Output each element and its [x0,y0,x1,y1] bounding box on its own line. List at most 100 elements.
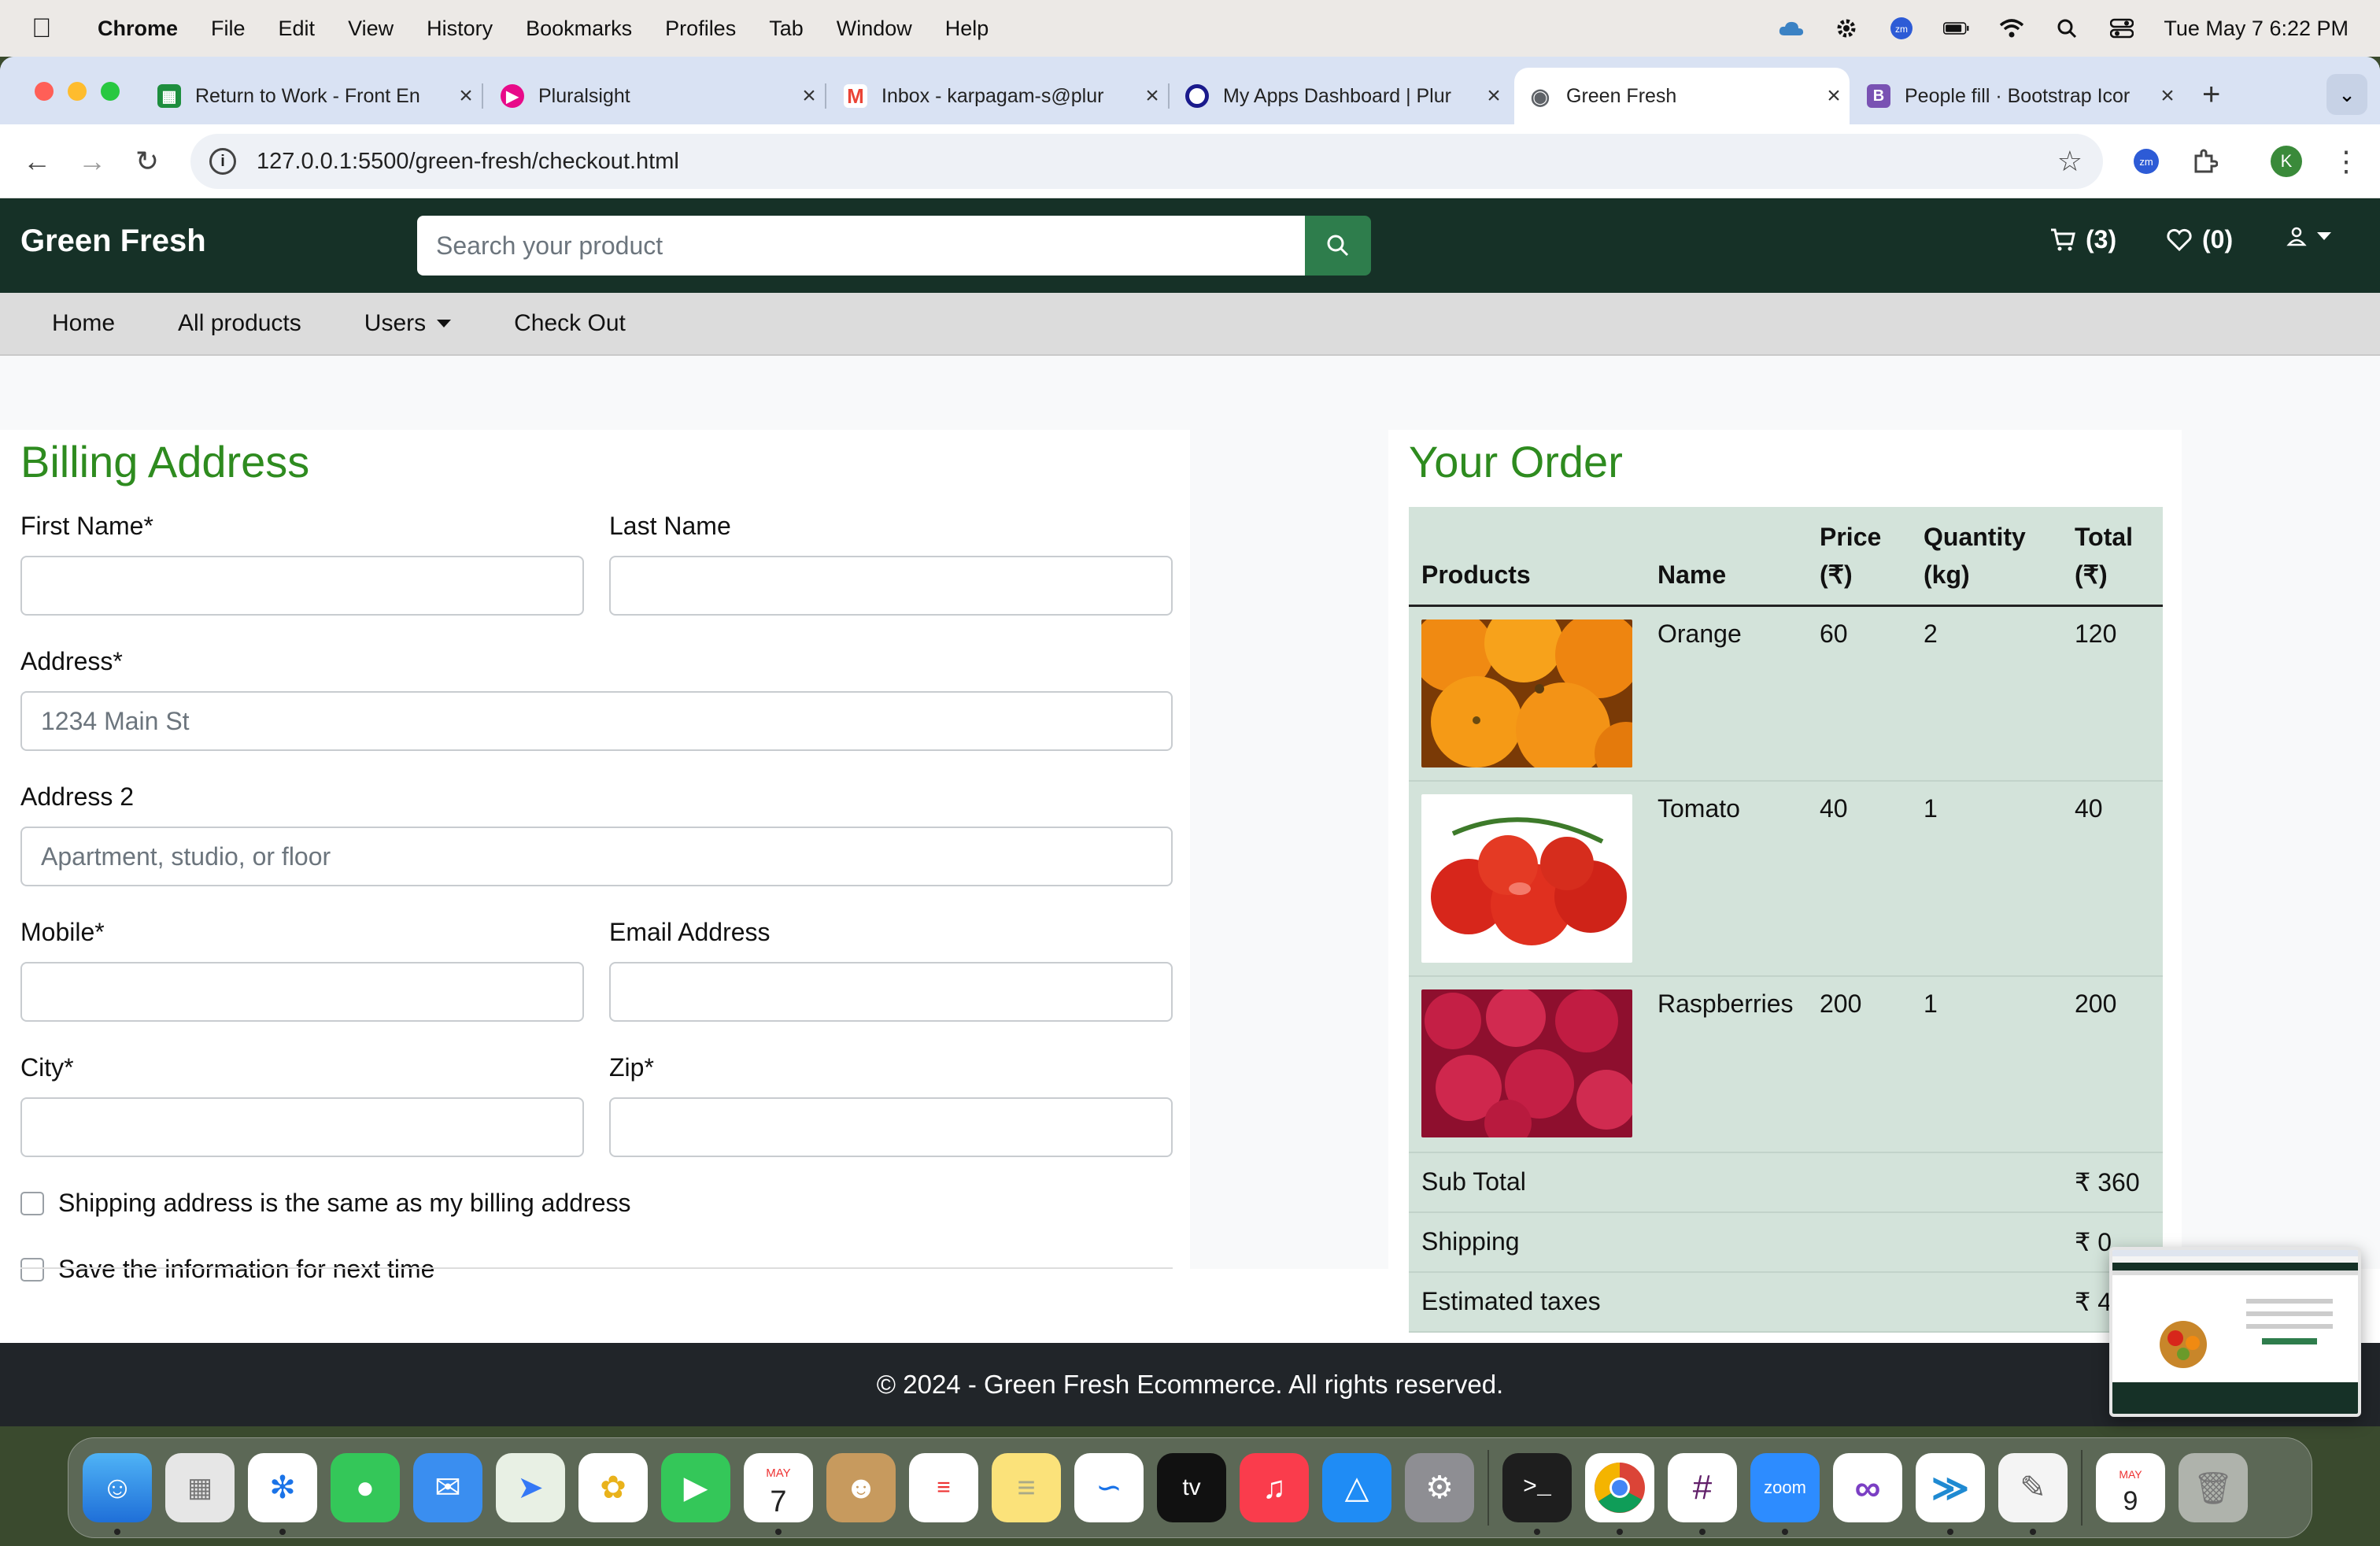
spotlight-search-icon[interactable] [2053,17,2080,40]
checkbox-box[interactable] [20,1257,44,1282]
textedit-icon[interactable]: ✎ [1998,1453,2068,1535]
mobile-field[interactable] [20,962,584,1022]
tab-gmail-inbox[interactable]: M Inbox - karpagam-s@plur × [830,68,1170,124]
close-tab-icon[interactable]: × [450,83,482,109]
close-tab-icon[interactable]: × [793,83,825,109]
chrome-icon[interactable] [1585,1453,1654,1535]
mail-icon[interactable]: ✉ [413,1453,482,1522]
tab-return-to-work[interactable]: ▦ Return to Work - Front En × [143,68,483,124]
calendar-file-icon[interactable]: MAY 9 [2096,1453,2165,1522]
vscode-icon[interactable]: ≫ [1916,1453,1985,1535]
email-field[interactable] [609,962,1173,1022]
screenshot-preview-thumbnail[interactable] [2109,1247,2361,1417]
product-image-cell [1409,605,1645,782]
zip-field[interactable] [609,1097,1173,1157]
forward-arrow-icon[interactable]: → [72,142,112,181]
facetime-icon[interactable]: ▶ [661,1453,730,1522]
tab-pluralsight[interactable]: ▶ Pluralsight × [486,68,826,124]
chrome-menu-kebab-icon[interactable]: ⋮ [2326,142,2366,181]
cart-button[interactable]: (3) [2049,225,2116,254]
photos-icon[interactable]: ✿ [578,1453,648,1522]
freeform-icon[interactable]: ∽ [1074,1453,1144,1522]
nav-home[interactable]: Home [52,310,115,337]
address-field[interactable] [20,691,1173,751]
close-tab-icon[interactable]: × [2152,83,2183,109]
bookmark-star-icon[interactable]: ☆ [2057,145,2082,178]
menubar-clock[interactable]: Tue May 7 6:22 PM [2164,17,2349,41]
menu-tab[interactable]: Tab [769,17,804,41]
new-tab-plus-icon[interactable]: + [2202,77,2220,113]
wishlist-button[interactable]: (0) [2166,225,2233,254]
nav-users-dropdown[interactable]: Users [364,310,452,337]
profile-avatar[interactable]: K [2267,142,2306,181]
finder-icon[interactable]: ☺ [83,1453,152,1535]
menu-help[interactable]: Help [945,17,989,41]
wifi-icon[interactable] [1998,17,2025,40]
contacts-icon[interactable]: ☻ [826,1453,896,1522]
control-center-icon[interactable] [2108,17,2135,40]
tab-bootstrap-icons[interactable]: B People fill · Bootstrap Icor × [1853,68,2183,124]
messages-icon[interactable]: ● [331,1453,400,1522]
menu-view[interactable]: View [348,17,394,41]
close-tab-icon[interactable]: × [1818,83,1850,109]
search-input[interactable] [417,216,1305,276]
search-button[interactable] [1305,216,1371,276]
macos-dock: ☺ ▦ ✻ ● ✉ ➤ ✿ ▶ MAY 7 ☻ ≡ ≡ ∽ tv ♫ △ ⚙ >… [68,1437,2312,1538]
order-table-header: Products Name Price (₹) Quantity (kg) To… [1409,507,2163,606]
user-menu-button[interactable] [2286,225,2331,247]
menu-window[interactable]: Window [837,17,912,41]
extensions-puzzle-icon[interactable] [2185,142,2224,181]
close-tab-icon[interactable]: × [1136,83,1168,109]
zoom-window-button[interactable] [101,82,120,101]
launchpad-icon[interactable]: ▦ [165,1453,235,1522]
tab-green-fresh[interactable]: ◉ Green Fresh × [1514,68,1850,124]
maps-icon[interactable]: ➤ [496,1453,565,1522]
visual-studio-icon[interactable]: ∞ [1833,1453,1902,1522]
onedrive-icon[interactable] [1778,17,1805,40]
nav-check-out[interactable]: Check Out [514,310,626,337]
tab-my-apps-dashboard[interactable]: My Apps Dashboard | Plur × [1171,68,1510,124]
city-field[interactable] [20,1097,584,1157]
zoom-app-icon[interactable]: zoom [1750,1453,1820,1535]
apple-menu-icon[interactable]:  [31,13,66,44]
apple-tv-icon[interactable]: tv [1157,1453,1226,1522]
zoom-status-icon[interactable]: zm [1888,17,1915,40]
settings-gear-status-icon[interactable] [1833,17,1860,40]
app-store-icon[interactable]: △ [1322,1453,1391,1522]
safari-icon[interactable]: ✻ [248,1453,317,1535]
menu-history[interactable]: History [427,17,493,41]
svg-text:zm: zm [1895,24,1908,35]
last-name-field[interactable] [609,556,1173,616]
running-indicator [114,1529,120,1535]
menu-file[interactable]: File [211,17,246,41]
address-bar[interactable]: i 127.0.0.1:5500/green-fresh/checkout.ht… [190,134,2103,189]
first-name-field[interactable] [20,556,584,616]
battery-icon[interactable] [1943,17,1970,40]
checkbox-box[interactable] [20,1191,44,1215]
system-settings-icon[interactable]: ⚙ [1405,1453,1474,1522]
site-brand[interactable]: Green Fresh [20,224,206,259]
nav-all-products[interactable]: All products [178,310,301,337]
terminal-icon[interactable]: >_ [1502,1453,1572,1535]
tab-search-chevron-icon[interactable]: ⌄ [2326,74,2367,115]
menu-profiles[interactable]: Profiles [665,17,736,41]
reload-icon[interactable]: ↻ [128,142,167,181]
trash-icon[interactable]: 🗑 [2179,1453,2248,1522]
close-window-button[interactable] [35,82,54,101]
save-info-checkbox[interactable]: Save the information for next time [20,1255,434,1284]
zoom-extension-icon[interactable]: zm [2127,142,2166,181]
same-address-checkbox[interactable]: Shipping address is the same as my billi… [20,1189,630,1218]
notes-icon[interactable]: ≡ [992,1453,1061,1522]
menu-bookmarks[interactable]: Bookmarks [526,17,632,41]
music-icon[interactable]: ♫ [1240,1453,1309,1522]
address2-field[interactable] [20,827,1173,886]
minimize-window-button[interactable] [68,82,87,101]
site-info-icon[interactable]: i [209,148,236,175]
close-tab-icon[interactable]: × [1478,83,1510,109]
slack-icon[interactable]: # [1668,1453,1737,1535]
reminders-icon[interactable]: ≡ [909,1453,978,1522]
back-arrow-icon[interactable]: ← [17,142,57,181]
menu-app-name[interactable]: Chrome [98,17,178,41]
calendar-icon[interactable]: MAY 7 [744,1453,813,1535]
menu-edit[interactable]: Edit [279,17,316,41]
